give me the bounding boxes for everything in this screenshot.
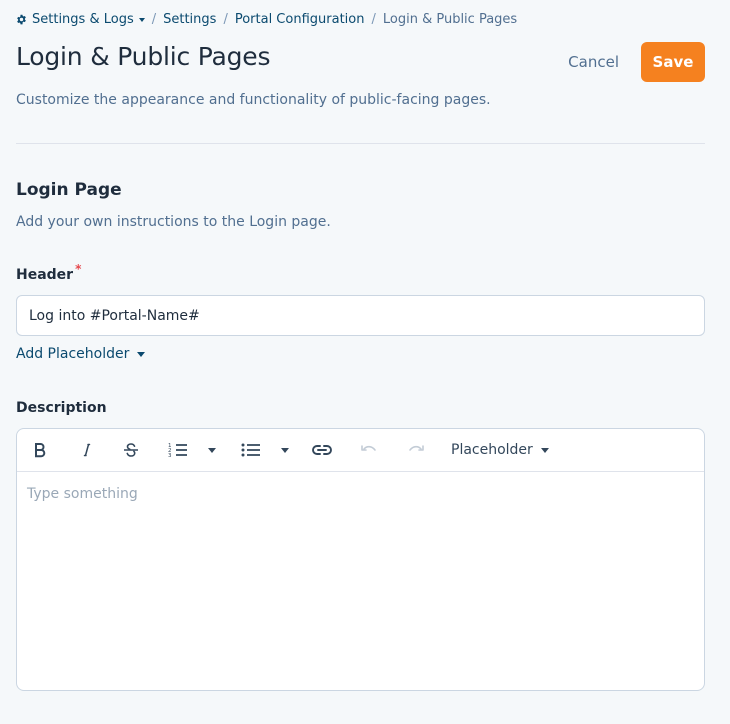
breadcrumb: Settings & Logs / Settings / Portal Conf… bbox=[16, 12, 517, 27]
editor-toolbar: 123 Placeholder bbox=[17, 429, 704, 472]
numbered-list-icon[interactable]: 123 bbox=[167, 429, 189, 471]
bold-icon[interactable] bbox=[29, 429, 51, 471]
editor-placeholder: Type something bbox=[27, 486, 138, 502]
page-subtitle: Customize the appearance and functionali… bbox=[16, 92, 491, 108]
divider bbox=[16, 143, 705, 144]
undo-icon bbox=[358, 429, 380, 471]
required-marker: * bbox=[75, 262, 82, 276]
italic-icon[interactable] bbox=[76, 429, 98, 471]
gear-icon bbox=[16, 14, 27, 25]
editor-content-area[interactable]: Type something bbox=[17, 472, 704, 690]
placeholder-dropdown-label: Placeholder bbox=[451, 442, 533, 458]
header-input[interactable] bbox=[16, 295, 705, 336]
add-placeholder-dropdown[interactable]: Add Placeholder bbox=[16, 346, 146, 362]
add-placeholder-label: Add Placeholder bbox=[16, 346, 130, 362]
cancel-button[interactable]: Cancel bbox=[568, 43, 619, 81]
svg-text:3: 3 bbox=[168, 453, 172, 458]
bullet-list-dropdown-icon[interactable] bbox=[278, 429, 292, 471]
description-field-label: Description bbox=[16, 400, 107, 416]
chevron-down-icon bbox=[540, 447, 549, 453]
breadcrumb-settings-logs[interactable]: Settings & Logs bbox=[16, 12, 145, 27]
section-description: Add your own instructions to the Login p… bbox=[16, 214, 331, 230]
strikethrough-icon[interactable] bbox=[120, 429, 142, 471]
chevron-down-icon bbox=[137, 351, 146, 357]
placeholder-dropdown[interactable]: Placeholder bbox=[451, 429, 549, 471]
numbered-list-dropdown-icon[interactable] bbox=[205, 429, 219, 471]
breadcrumb-separator: / bbox=[151, 12, 157, 27]
redo-icon bbox=[405, 429, 427, 471]
bullet-list-icon[interactable] bbox=[240, 429, 262, 471]
page-title: Login & Public Pages bbox=[16, 42, 271, 71]
header-label-text: Header bbox=[16, 267, 74, 283]
save-button[interactable]: Save bbox=[641, 42, 705, 82]
section-title: Login Page bbox=[16, 180, 122, 200]
rich-text-editor: 123 Placeholder Type something bbox=[16, 428, 705, 691]
breadcrumb-settings[interactable]: Settings bbox=[163, 12, 216, 27]
breadcrumb-separator: / bbox=[223, 12, 228, 27]
breadcrumb-separator: / bbox=[371, 12, 376, 27]
breadcrumb-label: Settings & Logs bbox=[32, 12, 134, 27]
breadcrumb-portal-configuration[interactable]: Portal Configuration bbox=[235, 12, 365, 27]
breadcrumb-current: Login & Public Pages bbox=[382, 12, 518, 27]
chevron-down-icon bbox=[138, 17, 145, 22]
header-field-label: Header * bbox=[16, 262, 81, 283]
link-icon[interactable] bbox=[310, 429, 334, 471]
